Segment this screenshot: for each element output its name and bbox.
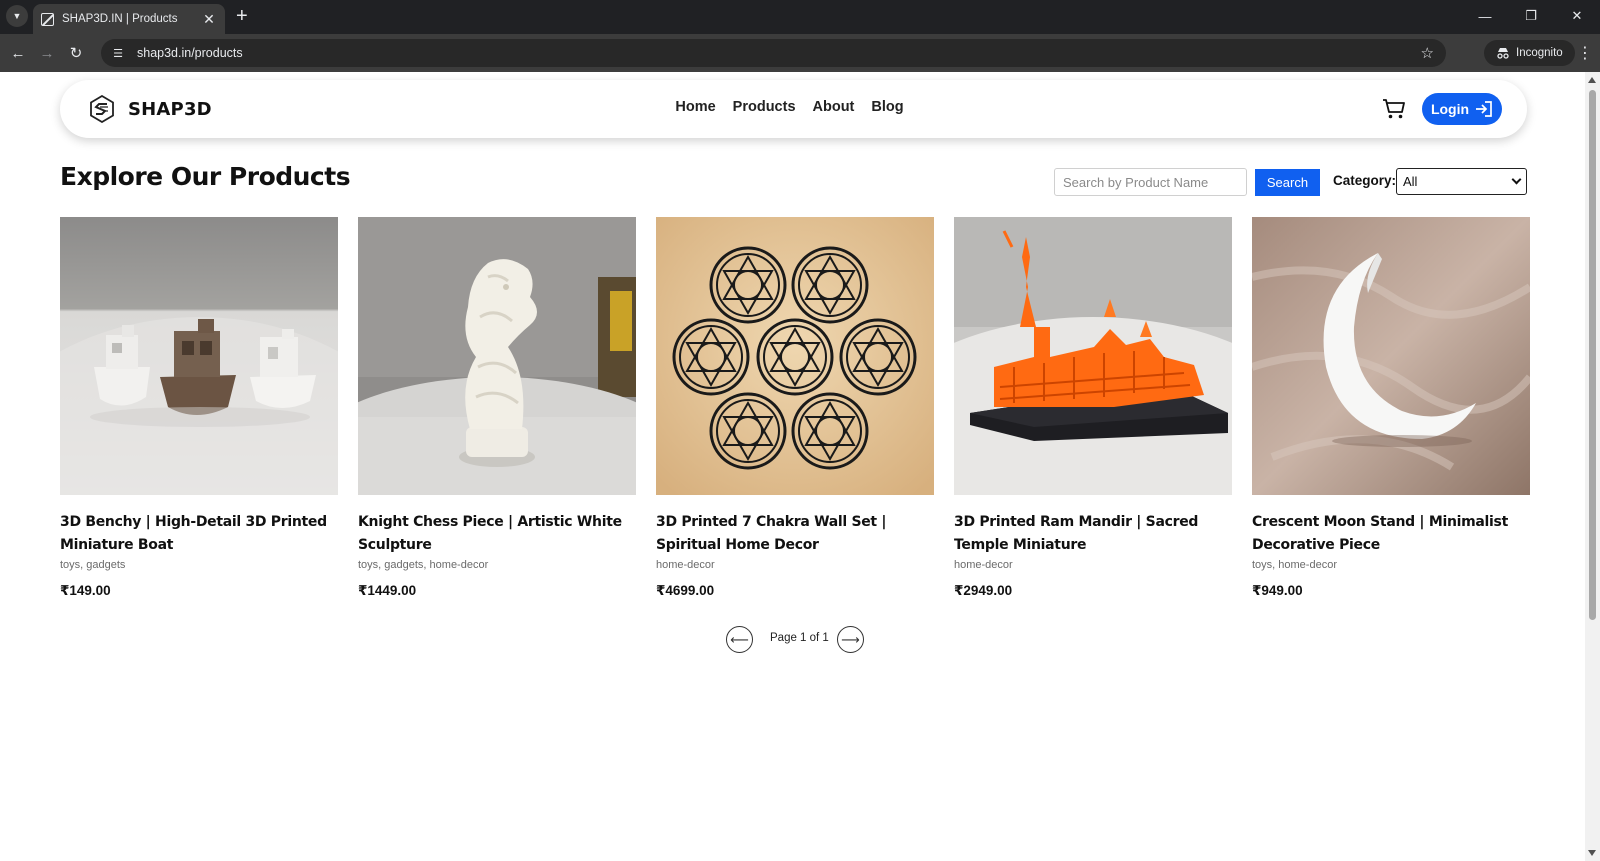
category-select[interactable]: All: [1396, 168, 1527, 195]
product-tags: home-decor: [656, 559, 715, 571]
tab-strip: ▼ SHAP3D.IN | Products ✕ + — ❐ ✕: [0, 0, 1600, 34]
chevron-down-icon: ▼: [12, 11, 22, 21]
more-vert-icon[interactable]: ⋮: [1576, 41, 1594, 65]
product-card[interactable]: 3D Printed Ram Mandir | Sacred Temple Mi…: [954, 217, 1232, 599]
arrow-right-icon[interactable]: →: [35, 41, 59, 65]
product-image-ram-mandir[interactable]: [954, 217, 1232, 495]
tab-search-button[interactable]: ▼: [6, 5, 28, 27]
arrow-left-icon: ⟵: [730, 631, 749, 647]
browser-toolbar: ← → ↻ ☰ shap3d.in/products ☆ Incognito ⋮: [0, 34, 1600, 72]
product-card[interactable]: 3D Benchy | High-Detail 3D Printed Minia…: [60, 217, 338, 599]
site-navbar: SHAP3D Home Products About Blog Login: [60, 80, 1527, 138]
product-price: ₹949.00: [1252, 583, 1303, 598]
prev-page-button[interactable]: ⟵: [726, 626, 753, 653]
address-bar[interactable]: ☰ shap3d.in/products ☆: [101, 39, 1446, 67]
incognito-label: Incognito: [1516, 47, 1563, 59]
reload-icon[interactable]: ↻: [64, 41, 88, 65]
page-title: Explore Our Products: [60, 162, 351, 191]
product-tags: toys, gadgets, home-decor: [358, 559, 489, 571]
product-title[interactable]: 3D Benchy | High-Detail 3D Printed Minia…: [60, 511, 338, 557]
nav-link-home[interactable]: Home: [675, 99, 715, 115]
url-text[interactable]: shap3d.in/products: [137, 46, 1421, 60]
window-controls: — ❐ ✕: [1462, 0, 1600, 34]
product-card[interactable]: 3D Printed 7 Chakra Wall Set | Spiritual…: [656, 217, 934, 599]
nav-link-about[interactable]: About: [813, 99, 855, 115]
restore-button[interactable]: ❐: [1508, 0, 1554, 32]
pagination: ⟵ Page 1 of 1 ⟶: [726, 626, 866, 654]
next-page-button[interactable]: ⟶: [837, 626, 864, 653]
star-icon[interactable]: ☆: [1421, 44, 1434, 62]
new-tab-button[interactable]: +: [236, 5, 248, 27]
scroll-down-icon[interactable]: [1588, 850, 1596, 856]
nav-link-products[interactable]: Products: [733, 99, 796, 115]
product-card[interactable]: Crescent Moon Stand | Minimalist Decorat…: [1252, 217, 1530, 599]
shap3d-favicon-icon: [41, 12, 54, 26]
product-price: ₹2949.00: [954, 583, 1013, 598]
scroll-thumb[interactable]: [1589, 90, 1596, 620]
product-price: ₹149.00: [60, 583, 111, 598]
product-title[interactable]: 3D Printed Ram Mandir | Sacred Temple Mi…: [954, 511, 1232, 557]
product-tags: home-decor: [954, 559, 1013, 571]
category-label: Category:: [1333, 173, 1397, 188]
product-title[interactable]: Crescent Moon Stand | Minimalist Decorat…: [1252, 511, 1530, 557]
chevron-down-icon: [1511, 174, 1522, 185]
page-scrollbar[interactable]: [1585, 72, 1600, 861]
product-card[interactable]: Knight Chess Piece | Artistic White Scul…: [358, 217, 636, 599]
category-selected-value: All: [1403, 174, 1418, 189]
product-title[interactable]: Knight Chess Piece | Artistic White Scul…: [358, 511, 636, 557]
product-image-chakra[interactable]: [656, 217, 934, 495]
tune-icon[interactable]: ☰: [109, 47, 127, 60]
nav-links: Home Products About Blog: [60, 99, 1527, 115]
close-icon[interactable]: ✕: [201, 11, 217, 28]
product-image-knight[interactable]: [358, 217, 636, 495]
product-price: ₹1449.00: [358, 583, 417, 598]
login-label: Login: [1430, 101, 1470, 117]
arrow-right-icon: ⟶: [841, 631, 860, 647]
minimize-button[interactable]: —: [1462, 0, 1508, 32]
product-grid: 3D Benchy | High-Detail 3D Printed Minia…: [60, 217, 1530, 607]
cart-icon[interactable]: [1382, 98, 1406, 120]
page-indicator: Page 1 of 1: [770, 632, 829, 644]
product-price: ₹4699.00: [656, 583, 715, 598]
browser-tab-active[interactable]: SHAP3D.IN | Products ✕: [33, 4, 225, 34]
product-tags: toys, gadgets: [60, 559, 126, 571]
login-arrow-icon: [1476, 101, 1492, 117]
arrow-left-icon[interactable]: ←: [6, 41, 30, 65]
nav-link-blog[interactable]: Blog: [871, 99, 903, 115]
login-button[interactable]: Login: [1422, 93, 1502, 125]
search-button[interactable]: Search: [1255, 169, 1320, 196]
product-tags: toys, home-decor: [1252, 559, 1337, 571]
product-title[interactable]: 3D Printed 7 Chakra Wall Set | Spiritual…: [656, 511, 934, 557]
close-window-button[interactable]: ✕: [1554, 0, 1600, 32]
incognito-icon: [1497, 48, 1509, 59]
tab-title: SHAP3D.IN | Products: [62, 13, 178, 25]
search-input[interactable]: [1054, 168, 1247, 196]
product-image-crescent-moon[interactable]: [1252, 217, 1530, 495]
product-image-benchy[interactable]: [60, 217, 338, 495]
page-viewport: SHAP3D Home Products About Blog Login Ex…: [0, 72, 1585, 861]
browser-chrome: ▼ SHAP3D.IN | Products ✕ + — ❐ ✕ ← → ↻ ☰…: [0, 0, 1600, 72]
incognito-indicator[interactable]: Incognito: [1484, 40, 1575, 66]
scroll-up-icon[interactable]: [1588, 77, 1596, 83]
